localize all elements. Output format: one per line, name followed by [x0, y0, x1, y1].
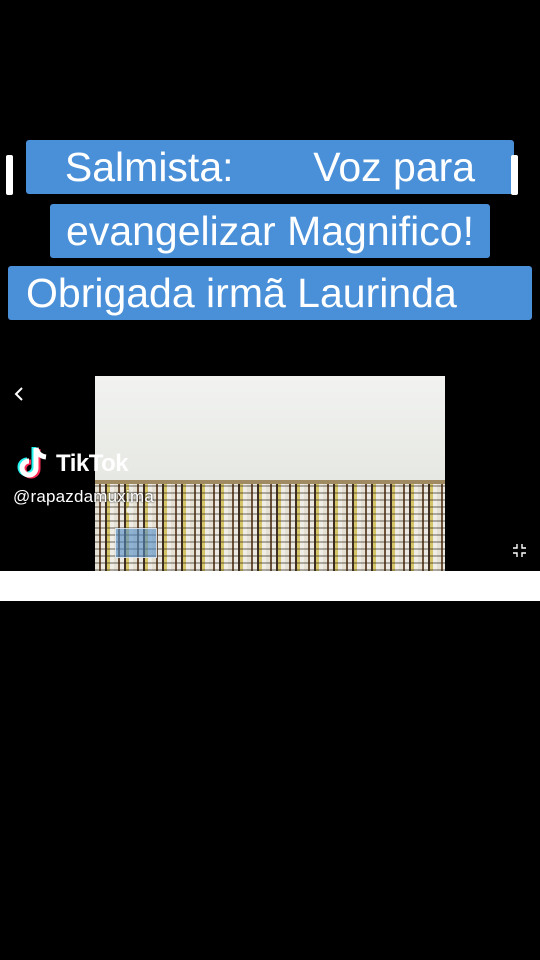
caption-text-2: evangelizar Magnifico!: [50, 204, 490, 258]
broadcast-logo-icon: [115, 528, 157, 558]
embedded-video[interactable]: [95, 376, 445, 571]
caption-line-1: Salmista: Voz para: [0, 140, 540, 194]
username-watermark: @rapazdamuxima: [13, 487, 154, 506]
tiktok-wordmark: TikTok: [56, 450, 129, 477]
caption-line-3: Obrigada irmã Laurinda: [0, 266, 540, 320]
tiktok-watermark: TikTok: [16, 444, 142, 484]
chevron-left-icon[interactable]: [10, 380, 28, 408]
exit-fullscreen-icon[interactable]: [512, 543, 527, 558]
white-bar: [0, 571, 540, 601]
video-sky: [95, 376, 445, 480]
caption-edge-left: [6, 155, 13, 195]
caption-line-2: evangelizar Magnifico!: [0, 204, 540, 258]
caption-edge-right: [511, 155, 518, 195]
tiktok-logo-icon: [17, 447, 47, 479]
caption-text-1: Salmista: Voz para: [26, 140, 514, 194]
caption-text-3: Obrigada irmã Laurinda: [8, 266, 532, 320]
